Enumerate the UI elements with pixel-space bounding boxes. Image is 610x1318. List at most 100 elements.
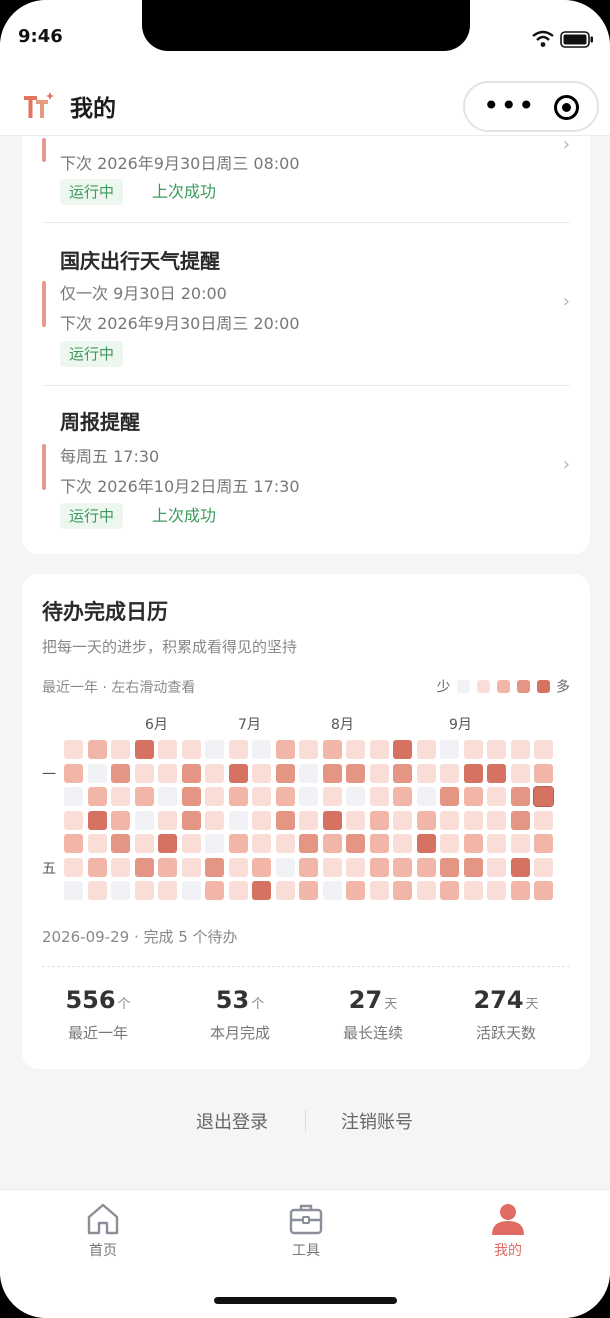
heatmap-day-cell[interactable] bbox=[299, 787, 318, 806]
heatmap-day-cell[interactable] bbox=[534, 763, 553, 783]
heatmap-day-cell[interactable] bbox=[299, 810, 318, 830]
heatmap-day-cell[interactable] bbox=[111, 834, 130, 853]
heatmap-day-cell[interactable] bbox=[228, 834, 248, 853]
heatmap-day-cell[interactable] bbox=[181, 834, 201, 853]
heatmap-day-cell[interactable] bbox=[487, 881, 506, 900]
heatmap-day-cell[interactable] bbox=[228, 763, 248, 783]
heatmap-day-cell[interactable] bbox=[158, 787, 177, 806]
heatmap-day-cell[interactable] bbox=[463, 881, 483, 900]
heatmap-day-cell[interactable] bbox=[322, 810, 342, 830]
heatmap-day-cell[interactable] bbox=[252, 787, 271, 806]
tab-home[interactable]: 首页 bbox=[58, 1202, 148, 1260]
heatmap-day-cell[interactable] bbox=[346, 787, 365, 806]
heatmap-day-cell[interactable] bbox=[322, 834, 342, 853]
heatmap-day-cell[interactable] bbox=[534, 810, 553, 830]
heatmap-day-cell[interactable] bbox=[252, 881, 271, 900]
heatmap-day-cell[interactable] bbox=[158, 740, 177, 759]
reminder-item[interactable]: 周报提醒 每周五 17:30 下次 2026年10月2日周五 17:30 › 运… bbox=[42, 386, 570, 551]
heatmap-day-cell[interactable] bbox=[416, 810, 436, 830]
heatmap-day-cell[interactable] bbox=[487, 810, 506, 830]
heatmap-day-cell[interactable] bbox=[463, 787, 483, 806]
heatmap-day-cell[interactable] bbox=[252, 857, 271, 877]
heatmap-day-cell[interactable] bbox=[463, 810, 483, 830]
heatmap-day-cell[interactable] bbox=[134, 763, 154, 783]
heatmap-day-cell[interactable] bbox=[205, 810, 224, 830]
heatmap-day-cell[interactable] bbox=[87, 763, 107, 783]
heatmap-day-cell[interactable] bbox=[275, 810, 295, 830]
heatmap-day-cell[interactable] bbox=[158, 834, 177, 853]
heatmap-day-cell[interactable] bbox=[510, 763, 530, 783]
heatmap-day-cell[interactable] bbox=[440, 834, 459, 853]
tab-tools[interactable]: 工具 bbox=[261, 1202, 351, 1260]
heatmap-day-cell[interactable] bbox=[299, 740, 318, 759]
heatmap-day-cell[interactable] bbox=[158, 857, 177, 877]
heatmap-day-cell[interactable] bbox=[346, 834, 365, 853]
heatmap-grid[interactable] bbox=[64, 740, 564, 902]
heatmap-day-cell[interactable] bbox=[510, 787, 530, 806]
heatmap-day-cell[interactable] bbox=[205, 857, 224, 877]
heatmap-day-cell[interactable] bbox=[369, 857, 389, 877]
close-target-icon[interactable] bbox=[554, 95, 579, 120]
heatmap-day-cell[interactable] bbox=[393, 740, 412, 759]
heatmap-day-cell[interactable] bbox=[134, 740, 154, 759]
heatmap-day-cell[interactable] bbox=[322, 881, 342, 900]
heatmap-day-cell[interactable] bbox=[64, 787, 83, 806]
heatmap-day-cell[interactable] bbox=[111, 857, 130, 877]
heatmap-day-cell[interactable] bbox=[393, 881, 412, 900]
heatmap-day-cell[interactable] bbox=[346, 857, 365, 877]
heatmap-day-cell[interactable] bbox=[181, 857, 201, 877]
heatmap-day-cell[interactable] bbox=[158, 763, 177, 783]
logout-link[interactable]: 退出登录 bbox=[196, 1108, 268, 1134]
heatmap-day-cell[interactable] bbox=[487, 740, 506, 759]
heatmap-day-cell[interactable] bbox=[228, 787, 248, 806]
heatmap-day-cell[interactable] bbox=[487, 787, 506, 806]
heatmap-day-cell[interactable] bbox=[393, 763, 412, 783]
heatmap-day-cell[interactable] bbox=[158, 881, 177, 900]
heatmap-day-cell[interactable] bbox=[181, 810, 201, 830]
heatmap-day-cell[interactable] bbox=[87, 857, 107, 877]
heatmap-day-cell[interactable] bbox=[416, 787, 436, 806]
heatmap-day-cell[interactable] bbox=[64, 763, 83, 783]
reminder-item[interactable]: 国庆出行天气提醒 仅一次 9月30日 20:00 下次 2026年9月30日周三… bbox=[42, 223, 570, 385]
heatmap-selected-cell[interactable] bbox=[533, 786, 554, 807]
heatmap-day-cell[interactable] bbox=[299, 834, 318, 853]
heatmap-day-cell[interactable] bbox=[275, 763, 295, 783]
heatmap-day-cell[interactable] bbox=[322, 787, 342, 806]
heatmap-day-cell[interactable] bbox=[510, 834, 530, 853]
heatmap-day-cell[interactable] bbox=[181, 881, 201, 900]
heatmap-day-cell[interactable] bbox=[487, 834, 506, 853]
heatmap-day-cell[interactable] bbox=[87, 810, 107, 830]
heatmap-day-cell[interactable] bbox=[463, 857, 483, 877]
heatmap-day-cell[interactable] bbox=[416, 740, 436, 759]
heatmap-day-cell[interactable] bbox=[111, 881, 130, 900]
heatmap-day-cell[interactable] bbox=[369, 787, 389, 806]
heatmap-day-cell[interactable] bbox=[440, 763, 459, 783]
heatmap-day-cell[interactable] bbox=[510, 740, 530, 759]
heatmap-day-cell[interactable] bbox=[134, 881, 154, 900]
heatmap-day-cell[interactable] bbox=[299, 763, 318, 783]
heatmap-day-cell[interactable] bbox=[534, 834, 553, 853]
heatmap-day-cell[interactable] bbox=[181, 740, 201, 759]
heatmap-day-cell[interactable] bbox=[228, 810, 248, 830]
heatmap-day-cell[interactable] bbox=[252, 810, 271, 830]
tab-mine[interactable]: 我的 bbox=[463, 1202, 553, 1260]
heatmap-day-cell[interactable] bbox=[228, 740, 248, 759]
heatmap-day-cell[interactable] bbox=[346, 763, 365, 783]
heatmap-day-cell[interactable] bbox=[158, 810, 177, 830]
heatmap-day-cell[interactable] bbox=[369, 763, 389, 783]
heatmap-day-cell[interactable] bbox=[87, 740, 107, 759]
heatmap-day-cell[interactable] bbox=[322, 763, 342, 783]
heatmap-day-cell[interactable] bbox=[111, 810, 130, 830]
heatmap-day-cell[interactable] bbox=[228, 857, 248, 877]
heatmap-day-cell[interactable] bbox=[64, 857, 83, 877]
heatmap-day-cell[interactable] bbox=[487, 763, 506, 783]
heatmap-day-cell[interactable] bbox=[346, 740, 365, 759]
heatmap-day-cell[interactable] bbox=[322, 740, 342, 759]
heatmap-day-cell[interactable] bbox=[369, 810, 389, 830]
heatmap-day-cell[interactable] bbox=[134, 857, 154, 877]
heatmap-day-cell[interactable] bbox=[275, 881, 295, 900]
heatmap-day-cell[interactable] bbox=[205, 881, 224, 900]
heatmap-day-cell[interactable] bbox=[369, 740, 389, 759]
heatmap-day-cell[interactable] bbox=[275, 857, 295, 877]
heatmap-day-cell[interactable] bbox=[416, 763, 436, 783]
